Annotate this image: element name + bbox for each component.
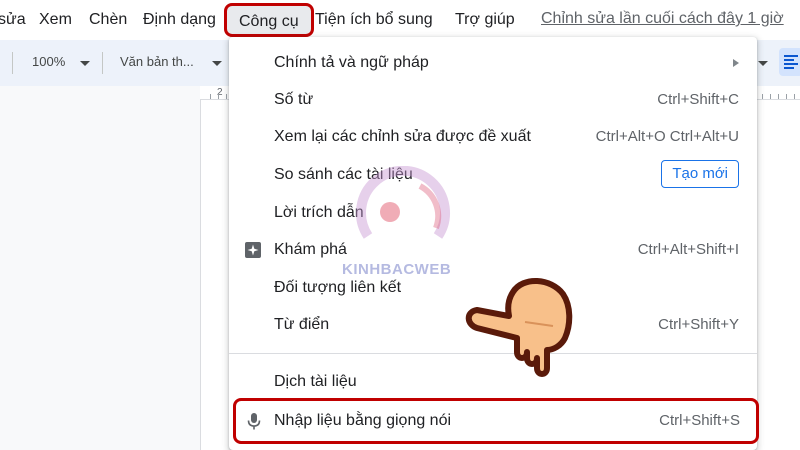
menu-item-compare-documents[interactable]: So sánh các tài liệu Tạo mới bbox=[229, 157, 757, 193]
document-outline-pane bbox=[0, 86, 200, 450]
menu-item-word-count[interactable]: Số từ Ctrl+Shift+C bbox=[229, 82, 757, 118]
font-size-caret-icon[interactable] bbox=[758, 61, 768, 66]
style-caret-icon[interactable] bbox=[212, 61, 222, 66]
submenu-arrow-icon bbox=[733, 59, 739, 67]
menubar: sửa Xem Chèn Định dạng Công cụ Tiện ích … bbox=[0, 0, 800, 40]
menu-item-label: Đối tượng liên kết bbox=[274, 279, 402, 296]
menu-item-label: Lời trích dẫn bbox=[274, 204, 364, 221]
menu-item-shortcut: Ctrl+Shift+C bbox=[657, 91, 739, 108]
menu-tools[interactable]: Công cụ bbox=[224, 3, 314, 37]
menu-item-label: So sánh các tài liệu bbox=[274, 166, 413, 183]
zoom-caret-icon[interactable] bbox=[80, 61, 90, 66]
menu-item-explore[interactable]: Khám phá Ctrl+Alt+Shift+I bbox=[229, 232, 757, 268]
menu-item-label: Số từ bbox=[274, 91, 314, 108]
toolbar-divider bbox=[102, 52, 103, 74]
menu-item-shortcut: Ctrl+Alt+O Ctrl+Alt+U bbox=[595, 128, 739, 145]
menu-item-shortcut: Ctrl+Shift+S bbox=[659, 412, 740, 429]
menu-item-citations[interactable]: Lời trích dẫn bbox=[229, 195, 757, 231]
menu-help[interactable]: Trợ giúp bbox=[455, 10, 515, 30]
menu-item-label: Chính tả và ngữ pháp bbox=[274, 54, 429, 71]
explore-icon bbox=[243, 240, 263, 260]
menu-item-label: Xem lại các chỉnh sửa được đề xuất bbox=[274, 128, 531, 145]
menu-insert[interactable]: Chèn bbox=[89, 10, 127, 30]
last-edit-link[interactable]: Chỉnh sửa lần cuối cách đây 1 giờ bbox=[541, 10, 784, 28]
menu-item-label: Từ điển bbox=[274, 316, 330, 333]
new-badge: Tạo mới bbox=[661, 160, 739, 188]
toolbar-divider bbox=[12, 52, 13, 74]
menu-format[interactable]: Định dạng bbox=[143, 10, 216, 30]
menu-view[interactable]: Xem bbox=[39, 10, 72, 30]
menu-item-label: Nhập liệu bằng giọng nói bbox=[274, 412, 452, 429]
pointing-hand-icon bbox=[455, 272, 595, 392]
menu-item-label: Dịch tài liệu bbox=[274, 373, 357, 390]
menu-edit[interactable]: sửa bbox=[0, 10, 26, 30]
zoom-select[interactable]: 100% bbox=[32, 54, 65, 69]
menu-item-spelling-grammar[interactable]: Chính tả và ngữ pháp bbox=[229, 45, 757, 81]
menu-item-voice-typing[interactable]: Nhập liệu bằng giọng nói Ctrl+Shift+S bbox=[233, 398, 759, 444]
menu-item-label: Khám phá bbox=[274, 241, 347, 258]
menu-item-review-suggested-edits[interactable]: Xem lại các chỉnh sửa được đề xuất Ctrl+… bbox=[229, 119, 757, 155]
microphone-icon bbox=[244, 411, 264, 431]
menu-item-shortcut: Ctrl+Shift+Y bbox=[658, 316, 739, 333]
menu-addons[interactable]: Tiện ích bổ sung bbox=[315, 10, 433, 30]
menu-item-shortcut: Ctrl+Alt+Shift+I bbox=[637, 241, 739, 258]
style-select[interactable]: Văn bản th... bbox=[120, 54, 194, 69]
align-left-button[interactable] bbox=[779, 48, 800, 76]
